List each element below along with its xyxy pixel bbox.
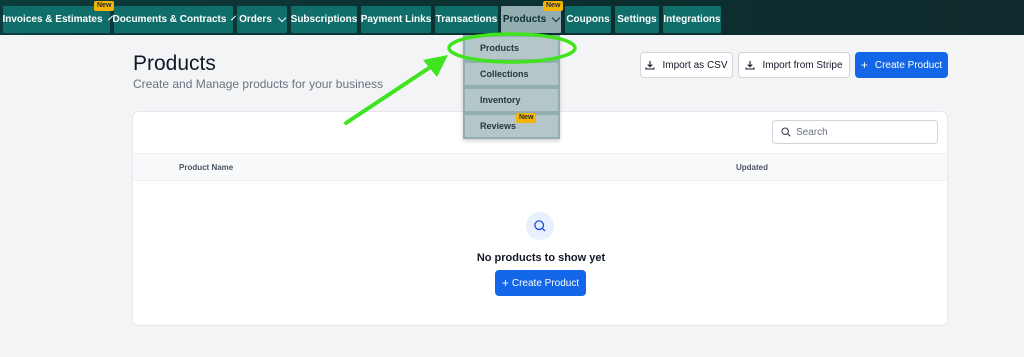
top-nav: Invoices & Estimates New Documents & Con…	[0, 0, 1024, 35]
tab-payment-links[interactable]: Payment Links	[361, 6, 431, 33]
tab-integrations[interactable]: Integrations	[663, 6, 721, 33]
pointer-arrowhead	[423, 55, 448, 77]
tab-label: Documents & Contracts	[112, 14, 227, 25]
chevron-down-icon	[277, 13, 287, 23]
column-product-name[interactable]: Product Name	[179, 163, 233, 172]
new-badge: New	[543, 1, 564, 11]
chevron-down-icon	[551, 13, 561, 23]
tab-label: Payment Links	[360, 14, 432, 25]
search-box[interactable]	[772, 120, 938, 144]
menu-item-products[interactable]: Products	[465, 37, 558, 59]
new-badge: New	[516, 113, 537, 123]
menu-item-reviews[interactable]: Reviews New	[465, 113, 558, 137]
plus-icon: +	[860, 58, 868, 72]
tab-documents-contracts[interactable]: Documents & Contracts	[112, 6, 237, 33]
create-product-label: Create Product	[874, 59, 943, 71]
tab-label: Orders	[239, 14, 272, 25]
import-stripe-button[interactable]: Import from Stripe	[738, 52, 850, 78]
tab-label: Transactions	[435, 14, 498, 25]
menu-item-collections[interactable]: Collections	[465, 63, 558, 85]
page-title: Products	[133, 52, 216, 75]
menu-item-inventory[interactable]: Inventory	[465, 89, 558, 111]
tab-label: Subscriptions	[290, 14, 358, 25]
empty-create-product-button[interactable]: + Create Product	[495, 270, 586, 296]
import-csv-label: Import as CSV	[662, 59, 728, 71]
menu-item-label: Inventory	[480, 95, 521, 105]
empty-state-message: No products to show yet	[476, 252, 606, 264]
chevron-down-icon	[231, 15, 237, 21]
tab-label: Invoices & Estimates	[2, 14, 103, 25]
products-dropdown: Products Collections Inventory Reviews N…	[463, 35, 560, 139]
tab-invoices-estimates[interactable]: Invoices & Estimates New	[2, 1, 115, 33]
empty-create-product-label: Create Product	[511, 277, 580, 289]
new-badge: New	[94, 1, 115, 11]
column-updated[interactable]: Updated	[736, 163, 768, 172]
table-header: Product Name Updated	[133, 153, 947, 181]
download-icon	[745, 61, 756, 70]
page-subtitle: Create and Manage products for your busi…	[133, 77, 384, 91]
tab-label: Integrations	[663, 14, 721, 25]
plus-icon: +	[501, 276, 509, 290]
search-input[interactable]	[796, 126, 926, 138]
menu-item-label: Collections	[480, 69, 529, 79]
menu-item-label: Products	[480, 43, 520, 53]
create-product-button[interactable]: + Create Product	[855, 52, 948, 78]
menu-item-label: Reviews	[480, 121, 517, 131]
magnifier-icon	[534, 220, 546, 232]
search-icon	[781, 127, 791, 137]
download-icon	[645, 61, 656, 70]
tab-label: Coupons	[566, 14, 610, 25]
import-stripe-label: Import from Stripe	[762, 59, 843, 71]
tab-subscriptions[interactable]: Subscriptions	[291, 6, 357, 33]
tab-transactions[interactable]: Transactions	[435, 6, 498, 33]
empty-search-icon	[526, 212, 554, 240]
tab-coupons[interactable]: Coupons	[565, 6, 611, 33]
import-csv-button[interactable]: Import as CSV	[640, 52, 733, 78]
tab-label: Products	[502, 14, 547, 25]
tab-label: Settings	[617, 14, 657, 25]
tab-products[interactable]: Products New	[501, 1, 564, 33]
tab-settings[interactable]: Settings	[615, 6, 659, 33]
tab-orders[interactable]: Orders	[237, 6, 287, 33]
